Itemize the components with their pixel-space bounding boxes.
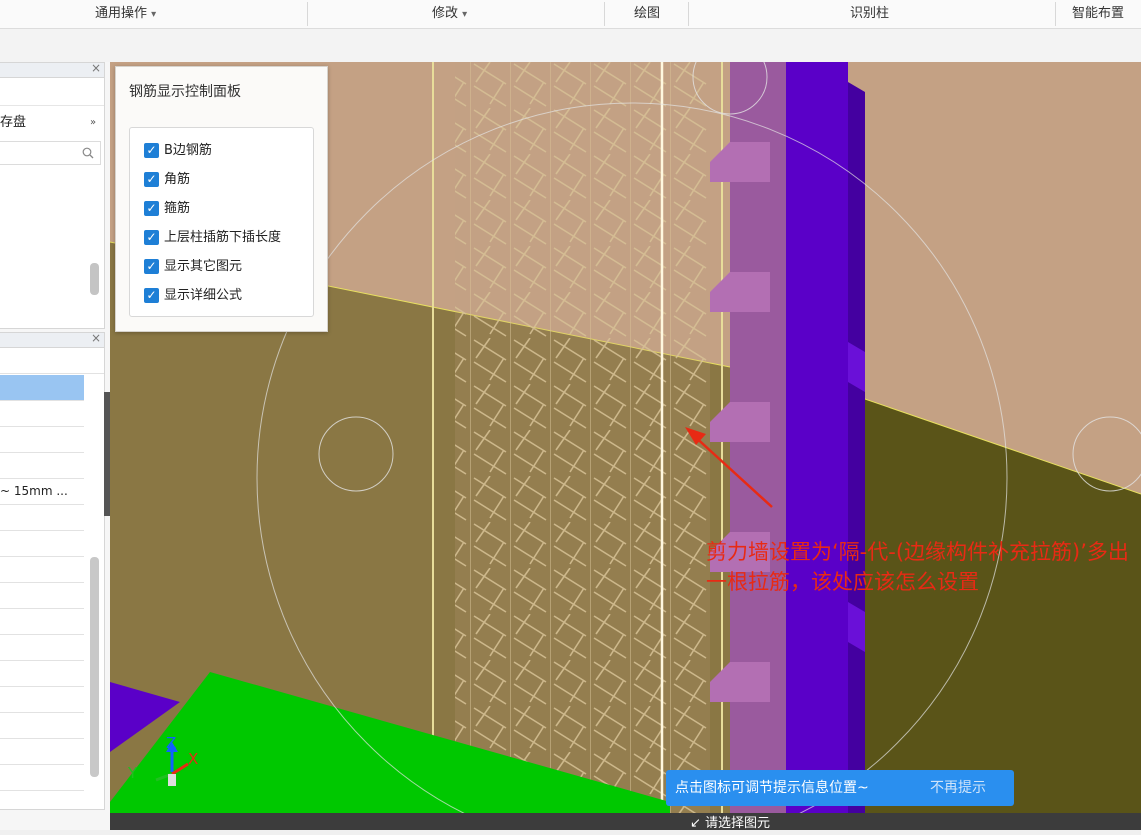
- axis-y-label: Y: [128, 764, 138, 782]
- identify-column-label: 识别柱: [850, 6, 890, 21]
- checkmark-icon: ✓: [144, 172, 159, 187]
- ribbon-toolbar: 通用操作 ▾ 修改 ▾ 绘图 识别柱 智能布置: [0, 0, 1141, 29]
- draw-menu[interactable]: 绘图: [634, 0, 660, 28]
- list-item[interactable]: [0, 557, 84, 583]
- list-item[interactable]: [0, 583, 84, 609]
- left-pane: × 存盘 » × ~ 15mm ...: [0, 61, 110, 830]
- list-item[interactable]: ~ 15mm ...: [0, 479, 84, 505]
- purple-side: [848, 82, 865, 830]
- identify-column-menu[interactable]: 识别柱: [850, 0, 889, 28]
- panel-title: 钢筋显示控制面板: [129, 84, 241, 100]
- modify-label: 修改: [432, 6, 459, 21]
- status-bar: ↙ 请选择图元: [110, 813, 1141, 831]
- layer-panel: × 存盘 »: [0, 61, 105, 329]
- toolbar-divider: [1055, 2, 1056, 26]
- question-annotation: 剪力墙设置为‘隔-代-(边缘构件补充拉筋)’多出一根拉筋，该处应该怎么设置: [706, 540, 1129, 594]
- tip-message: 点击图标可调节提示信息位置~: [675, 780, 869, 796]
- toolbar-divider: [307, 2, 308, 26]
- list-item-selected[interactable]: [0, 375, 84, 401]
- list-item-text: ~ 15mm ...: [0, 484, 68, 498]
- axis-origin: [168, 774, 176, 786]
- toolbar-divider: [688, 2, 689, 26]
- status-hint: ↙ 请选择图元: [690, 813, 770, 835]
- panel-spacer: [0, 77, 104, 106]
- smart-layout-label: 智能布置: [1072, 6, 1125, 21]
- close-icon[interactable]: ×: [91, 61, 101, 75]
- scrollbar-thumb[interactable]: [90, 263, 99, 295]
- list-item[interactable]: [0, 765, 84, 791]
- checkmark-icon: ✓: [144, 259, 159, 274]
- list-item[interactable]: [0, 609, 84, 635]
- scrollbar-thumb[interactable]: [90, 557, 99, 777]
- draw-label: 绘图: [634, 6, 661, 21]
- close-icon[interactable]: ×: [91, 331, 101, 345]
- tip-toast[interactable]: 点击图标可调节提示信息位置~ 不再提示: [666, 770, 1014, 806]
- rebar-display-panel: 钢筋显示控制面板 ✓ B边钢筋 ✓ 角筋 ✓ 箍筋 ✓ 上层柱插筋下插长度 ✓ 显示其它图…: [115, 66, 328, 332]
- save-label: 存盘: [0, 115, 27, 130]
- checkmark-icon: ✓: [144, 288, 159, 303]
- rebar-cage-inner: [455, 62, 710, 830]
- property-panel: × ~ 15mm ...: [0, 331, 105, 810]
- panel-header: ×: [0, 61, 104, 78]
- secondary-toolbar: [0, 29, 1141, 63]
- list-item[interactable]: [0, 661, 84, 687]
- list-item[interactable]: [0, 505, 84, 531]
- axis-z-label: Z: [166, 734, 177, 752]
- option-list: ✓ B边钢筋 ✓ 角筋 ✓ 箍筋 ✓ 上层柱插筋下插长度 ✓ 显示其它图元 ✓ 显示详细公式: [129, 127, 314, 317]
- checkmark-icon: ✓: [144, 230, 159, 245]
- purple-column: [786, 62, 848, 830]
- search-icon[interactable]: [82, 147, 94, 159]
- modify-menu[interactable]: 修改 ▾: [432, 0, 467, 28]
- cursor-select-icon: ↙: [690, 816, 701, 831]
- checkmark-icon: ✓: [144, 143, 159, 158]
- general-ops-menu[interactable]: 通用操作 ▾: [95, 0, 156, 28]
- chevron-down-icon: ▾: [462, 9, 468, 20]
- status-hint-text: 请选择图元: [705, 816, 771, 831]
- double-chevron-right-icon[interactable]: »: [90, 109, 96, 137]
- list-item[interactable]: [0, 453, 84, 479]
- list-item[interactable]: [0, 713, 84, 739]
- panel-header: ×: [0, 331, 104, 348]
- smart-layout-menu[interactable]: 智能布置: [1072, 0, 1124, 28]
- toolbar-divider: [604, 2, 605, 26]
- list-item[interactable]: [0, 739, 84, 765]
- checkmark-icon: ✓: [144, 201, 159, 216]
- save-row[interactable]: 存盘 »: [0, 109, 104, 137]
- list-item[interactable]: [0, 531, 84, 557]
- list-item[interactable]: [0, 427, 84, 453]
- chevron-down-icon: ▾: [151, 9, 157, 20]
- list-item[interactable]: [0, 401, 84, 427]
- search-input[interactable]: [0, 141, 101, 165]
- list-item[interactable]: [0, 635, 84, 661]
- general-ops-label: 通用操作: [95, 6, 148, 21]
- axis-x-label: X: [188, 750, 199, 768]
- dont-show-again-link[interactable]: 不再提示: [930, 770, 986, 806]
- panel-subheader: [0, 347, 104, 374]
- list-item[interactable]: [0, 687, 84, 713]
